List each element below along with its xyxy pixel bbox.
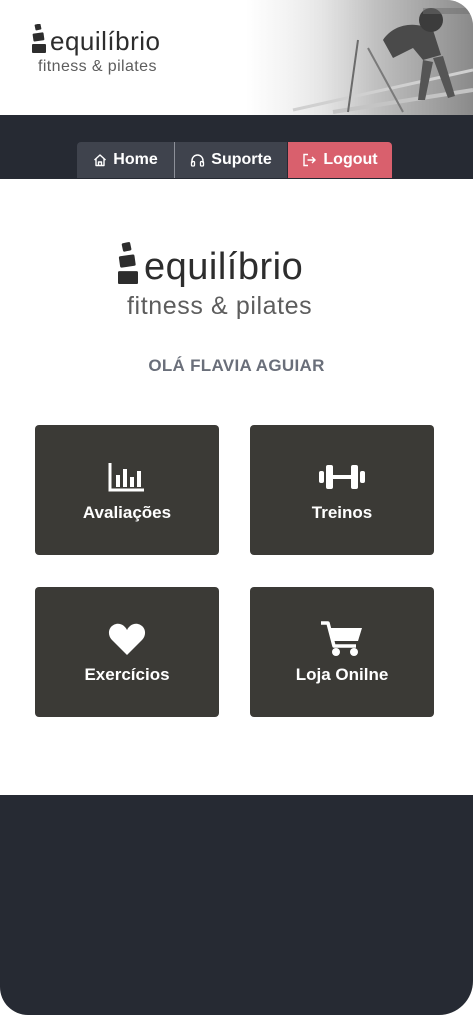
bar-chart-icon bbox=[108, 457, 146, 497]
home-icon bbox=[93, 153, 107, 167]
app-screen: equilíbrio fitness & pilates Home Suport… bbox=[0, 0, 473, 1015]
support-button[interactable]: Suporte bbox=[175, 142, 287, 178]
logout-button[interactable]: Logout bbox=[288, 142, 392, 178]
home-button[interactable]: Home bbox=[77, 142, 175, 178]
user-greeting: OLÁ FLAVIA AGUIAR bbox=[148, 356, 325, 375]
loja-online-tile[interactable]: Loja Onilne bbox=[250, 587, 434, 717]
pilates-photo bbox=[273, 0, 473, 115]
logout-icon bbox=[302, 153, 317, 167]
logout-label: Logout bbox=[323, 151, 378, 168]
home-label: Home bbox=[113, 151, 158, 168]
support-label: Suporte bbox=[211, 151, 272, 168]
logo-wordmark: equilíbrio bbox=[50, 26, 161, 56]
nav-bar: Home Suporte Logout bbox=[0, 115, 473, 179]
treinos-tile[interactable]: Treinos bbox=[250, 425, 434, 555]
nav-buttons: Home Suporte Logout bbox=[77, 142, 392, 178]
heart-icon bbox=[108, 619, 146, 659]
footer bbox=[0, 795, 473, 1015]
exercicios-tile[interactable]: Exercícios bbox=[35, 587, 219, 717]
logo-tagline: fitness & pilates bbox=[38, 58, 157, 75]
shopping-cart-icon bbox=[320, 619, 364, 659]
tile-label: Exercícios bbox=[84, 665, 170, 684]
logo-wordmark: equilíbrio bbox=[144, 246, 304, 288]
logo-mark-icon bbox=[32, 24, 46, 53]
tile-label: Avaliações bbox=[82, 503, 172, 522]
main-logo: equilíbrio fitness & pilates bbox=[118, 242, 312, 321]
logo-tagline: fitness & pilates bbox=[127, 292, 313, 320]
header: equilíbrio fitness & pilates bbox=[0, 0, 473, 115]
dumbbell-icon bbox=[318, 457, 366, 497]
avaliacoes-tile[interactable]: Avaliações bbox=[35, 425, 219, 555]
logo-mark-icon bbox=[118, 242, 138, 284]
headphones-icon bbox=[190, 153, 205, 167]
header-logo[interactable]: equilíbrio fitness & pilates bbox=[32, 24, 161, 76]
tile-label: Loja Onilne bbox=[295, 665, 389, 684]
tile-label: Treinos bbox=[311, 503, 373, 522]
